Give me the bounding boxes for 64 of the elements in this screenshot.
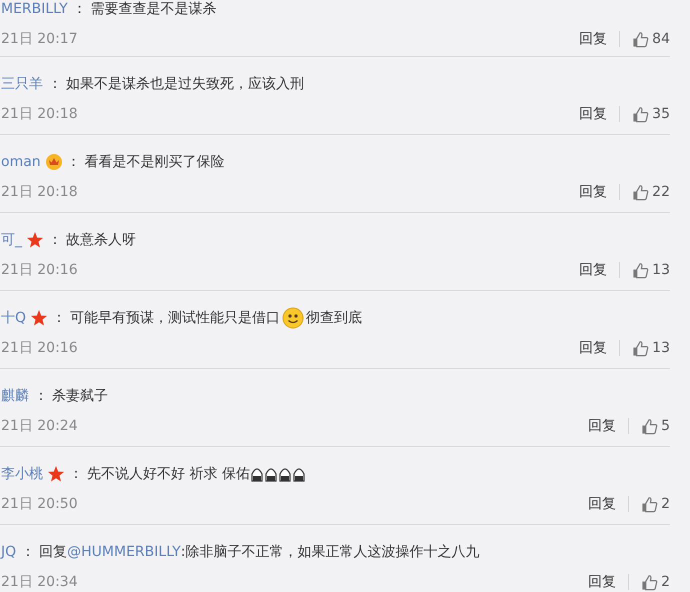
colon: ： [66, 153, 81, 171]
comment-text: 彻查到底 [306, 309, 362, 327]
thumbs-up-icon [641, 496, 658, 512]
comment-text: 故意杀人呀 [66, 231, 136, 249]
reply-link[interactable]: 回复 [579, 339, 608, 357]
colon: ： [69, 465, 83, 483]
comment-text: 杀妻弑子 [52, 387, 108, 405]
like-button[interactable]: 84 [632, 30, 670, 48]
user-name[interactable]: JQ [1, 544, 18, 560]
thumbs-up-icon [632, 106, 650, 122]
colon: ： [52, 309, 66, 327]
thumbs-up-icon [641, 418, 658, 434]
star-badge-icon [47, 465, 65, 483]
timestamp: 21日 20:34 [1, 573, 78, 591]
like-button[interactable]: 35 [632, 106, 670, 122]
reply-link[interactable]: 回复 [588, 495, 616, 513]
like-button[interactable]: 13 [632, 340, 670, 356]
timestamp: 21日 20:16 [1, 339, 78, 357]
user-name[interactable]: 十Q [1, 309, 28, 327]
like-button[interactable]: 2 [641, 496, 670, 512]
thumbs-up-icon [632, 262, 650, 278]
comment-text: 可能早有预谋，测试性能只是借口 [70, 309, 280, 327]
reply-link[interactable]: 回复 [579, 183, 608, 201]
crown-badge-icon [44, 153, 63, 171]
timestamp: 21日 20:16 [1, 261, 78, 279]
comment-text: 需要查查是不是谋杀 [90, 0, 217, 18]
thumbs-up-icon [632, 30, 650, 48]
timestamp: 21日 20:50 [1, 495, 78, 513]
like-button[interactable]: 5 [641, 418, 670, 434]
colon: ： [48, 231, 62, 249]
star-badge-icon [26, 231, 44, 249]
timestamp: 21日 20:24 [1, 417, 78, 435]
reply-link[interactable]: 回复 [579, 30, 608, 48]
user-name[interactable]: oman [1, 154, 42, 170]
like-button[interactable]: 2 [641, 574, 670, 590]
smiley-icon [282, 307, 304, 329]
reply-link[interactable]: 回复 [579, 261, 608, 279]
timestamp: 21日 20:17 [1, 30, 78, 48]
user-name[interactable]: MERBILLY [1, 1, 69, 17]
user-name[interactable]: 三只羊 [1, 75, 44, 93]
user-name[interactable]: 麒麟 [1, 387, 30, 405]
reply-link[interactable]: 回复 [579, 105, 608, 123]
comment-text: 看看是不是刚买了保险 [84, 153, 225, 171]
comment-text: 如果不是谋杀也是过失致死，应该入刑 [66, 75, 304, 93]
colon: ： [21, 543, 36, 561]
user-name[interactable]: 李小桃 [1, 465, 44, 483]
comment-text: :除非脑子不正常，如果正常人这波操作十之八九 [180, 543, 480, 561]
like-button[interactable]: 22 [632, 184, 670, 200]
reply-link[interactable]: 回复 [588, 573, 616, 591]
comment-text: 先不说人好不好 祈求 保佑 [87, 465, 250, 483]
thumbs-up-icon [632, 184, 650, 200]
colon: ： [48, 75, 62, 93]
colon: ： [72, 0, 87, 18]
colon: ： [34, 387, 48, 405]
thumbs-up-icon [641, 574, 658, 590]
timestamp: 21日 20:18 [1, 105, 78, 123]
thumbs-up-icon [632, 340, 650, 356]
like-button[interactable]: 13 [632, 262, 670, 278]
comment-text: 回复 [39, 543, 68, 561]
user-name[interactable]: 可_ [1, 231, 23, 249]
mention-link[interactable]: @HUMMERBILLY [67, 544, 181, 560]
timestamp: 21日 20:18 [1, 183, 78, 201]
reply-link[interactable]: 回复 [588, 417, 616, 435]
star-badge-icon [30, 309, 48, 327]
